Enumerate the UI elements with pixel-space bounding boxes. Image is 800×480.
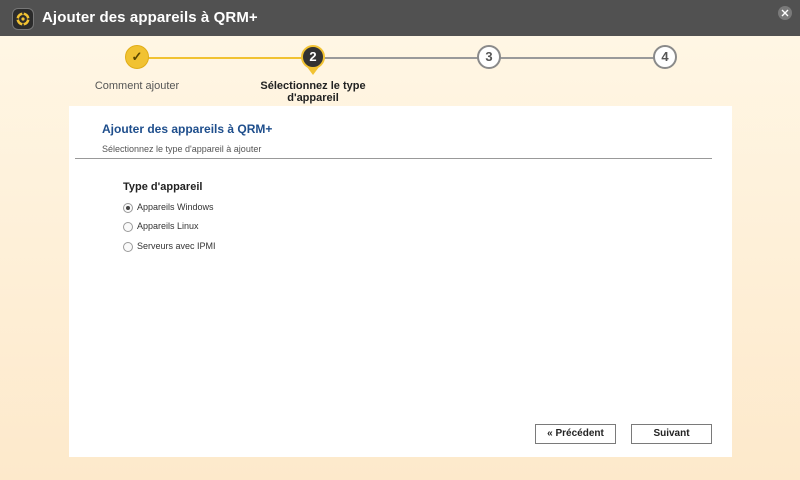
radio-label-ipmi: Serveurs avec IPMI <box>137 241 216 251</box>
radio-button-checked[interactable] <box>123 203 133 213</box>
device-type-heading: Type d'appareil <box>123 181 203 193</box>
step-1-done: ✓ <box>125 45 149 69</box>
content-panel: Ajouter des appareils à QRM+ Sélectionne… <box>69 106 732 457</box>
qrm-logo-icon <box>12 8 34 30</box>
step-2-current: 2 <box>301 45 325 69</box>
panel-title: Ajouter des appareils à QRM+ <box>102 122 273 136</box>
radio-button[interactable] <box>123 222 133 232</box>
close-icon <box>781 9 789 17</box>
radio-label-windows: Appareils Windows <box>137 202 214 212</box>
current-step-pointer <box>307 67 319 75</box>
wizard-body: ✓ 2 3 4 Comment ajouter Sélectionnez le … <box>0 36 800 480</box>
next-button[interactable]: Suivant <box>631 424 712 444</box>
step-3: 3 <box>477 45 501 69</box>
panel-subtitle: Sélectionnez le type d'appareil à ajoute… <box>102 144 262 154</box>
previous-button[interactable]: « Précédent <box>535 424 616 444</box>
panel-divider <box>75 158 712 159</box>
step-4: 4 <box>653 45 677 69</box>
step-2-label: Sélectionnez le type d'appareil <box>260 80 366 104</box>
radio-button[interactable] <box>123 242 133 252</box>
radio-label-linux: Appareils Linux <box>137 221 199 231</box>
window-title: Ajouter des appareils à QRM+ <box>42 9 258 26</box>
stepper-progress-line <box>137 57 313 59</box>
close-button[interactable] <box>778 6 792 20</box>
title-bar: Ajouter des appareils à QRM+ <box>0 0 800 36</box>
step-1-label: Comment ajouter <box>94 80 180 92</box>
